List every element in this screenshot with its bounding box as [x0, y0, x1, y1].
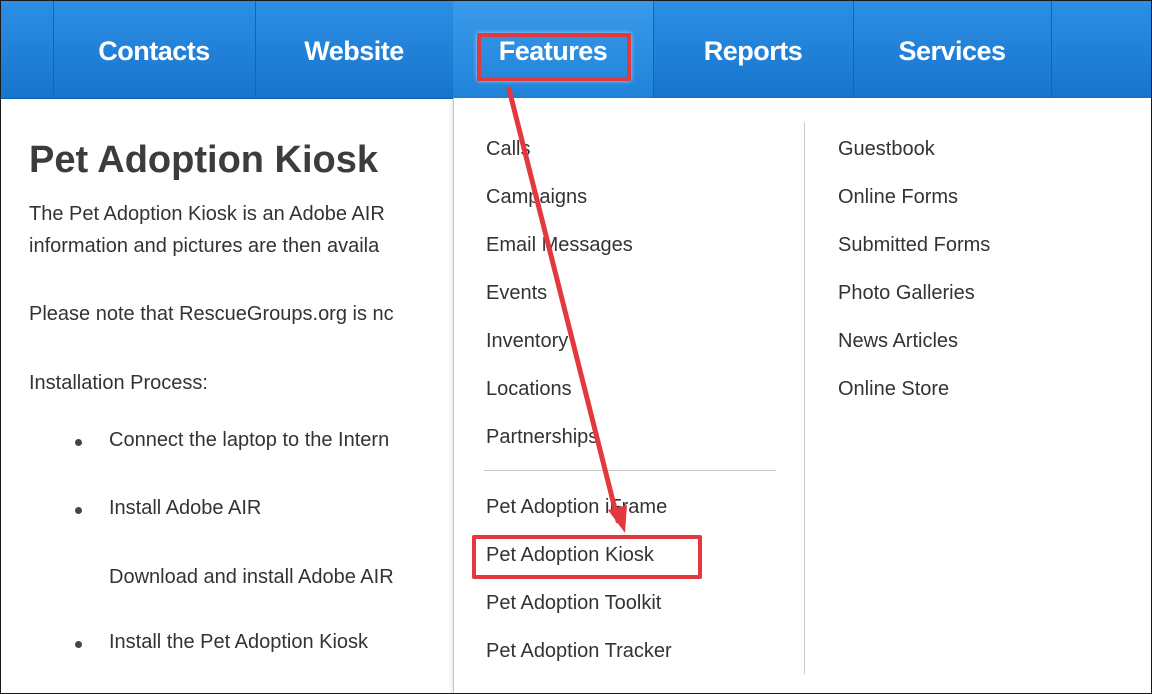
- features-dropdown-menu: Calls Campaigns Email Messages Events In…: [453, 98, 1151, 693]
- menu-item-guestbook[interactable]: Guestbook: [838, 138, 935, 161]
- install-step-3: Install the Pet Adoption Kiosk: [109, 631, 369, 653]
- app-frame: Contacts Website Features Reports Servic…: [0, 0, 1152, 694]
- top-navigation: Contacts Website Features Reports Servic…: [1, 1, 1151, 99]
- menu-item-pet-adoption-tracker[interactable]: Pet Adoption Tracker: [486, 640, 672, 663]
- note-text: Please note that RescueGroups.org is nc: [29, 303, 394, 325]
- menu-item-online-store[interactable]: Online Store: [838, 378, 949, 401]
- intro-text-line-2: information and pictures are then availa: [29, 235, 380, 257]
- menu-divider: [484, 470, 776, 471]
- menu-item-inventory[interactable]: Inventory: [486, 330, 568, 353]
- bullet: [75, 439, 82, 446]
- installation-heading: Installation Process:: [29, 372, 208, 394]
- menu-item-email-messages[interactable]: Email Messages: [486, 234, 633, 257]
- nav-services[interactable]: Services: [853, 1, 1051, 98]
- nav-reports[interactable]: Reports: [653, 1, 853, 98]
- menu-item-campaigns[interactable]: Campaigns: [486, 186, 587, 209]
- bullet: [75, 507, 82, 514]
- menu-item-submitted-forms[interactable]: Submitted Forms: [838, 234, 990, 257]
- nav-website[interactable]: Website: [255, 1, 453, 98]
- bullet: [75, 641, 82, 648]
- menu-column-divider: [804, 122, 805, 674]
- kiosk-annotation-box: [472, 535, 702, 579]
- menu-item-online-forms[interactable]: Online Forms: [838, 186, 958, 209]
- intro-text-line-1: The Pet Adoption Kiosk is an Adobe AIR: [29, 203, 385, 225]
- menu-item-calls[interactable]: Calls: [486, 138, 530, 161]
- menu-item-partnerships[interactable]: Partnerships: [486, 426, 598, 449]
- install-sub-step: Download and install Adobe AIR: [109, 566, 394, 588]
- menu-item-events[interactable]: Events: [486, 282, 547, 305]
- menu-item-locations[interactable]: Locations: [486, 378, 572, 401]
- menu-item-news-articles[interactable]: News Articles: [838, 330, 958, 353]
- install-step-2: Install Adobe AIR: [109, 497, 262, 519]
- nav-contacts[interactable]: Contacts: [53, 1, 255, 98]
- nav-separator: [1051, 1, 1052, 98]
- features-annotation-box: [477, 33, 631, 81]
- menu-item-pet-adoption-iframe[interactable]: Pet Adoption iFrame: [486, 496, 667, 519]
- menu-item-photo-galleries[interactable]: Photo Galleries: [838, 282, 975, 305]
- install-step-1: Connect the laptop to the Intern: [109, 429, 390, 451]
- page-title: Pet Adoption Kiosk: [29, 139, 379, 181]
- menu-item-pet-adoption-toolkit[interactable]: Pet Adoption Toolkit: [486, 592, 661, 615]
